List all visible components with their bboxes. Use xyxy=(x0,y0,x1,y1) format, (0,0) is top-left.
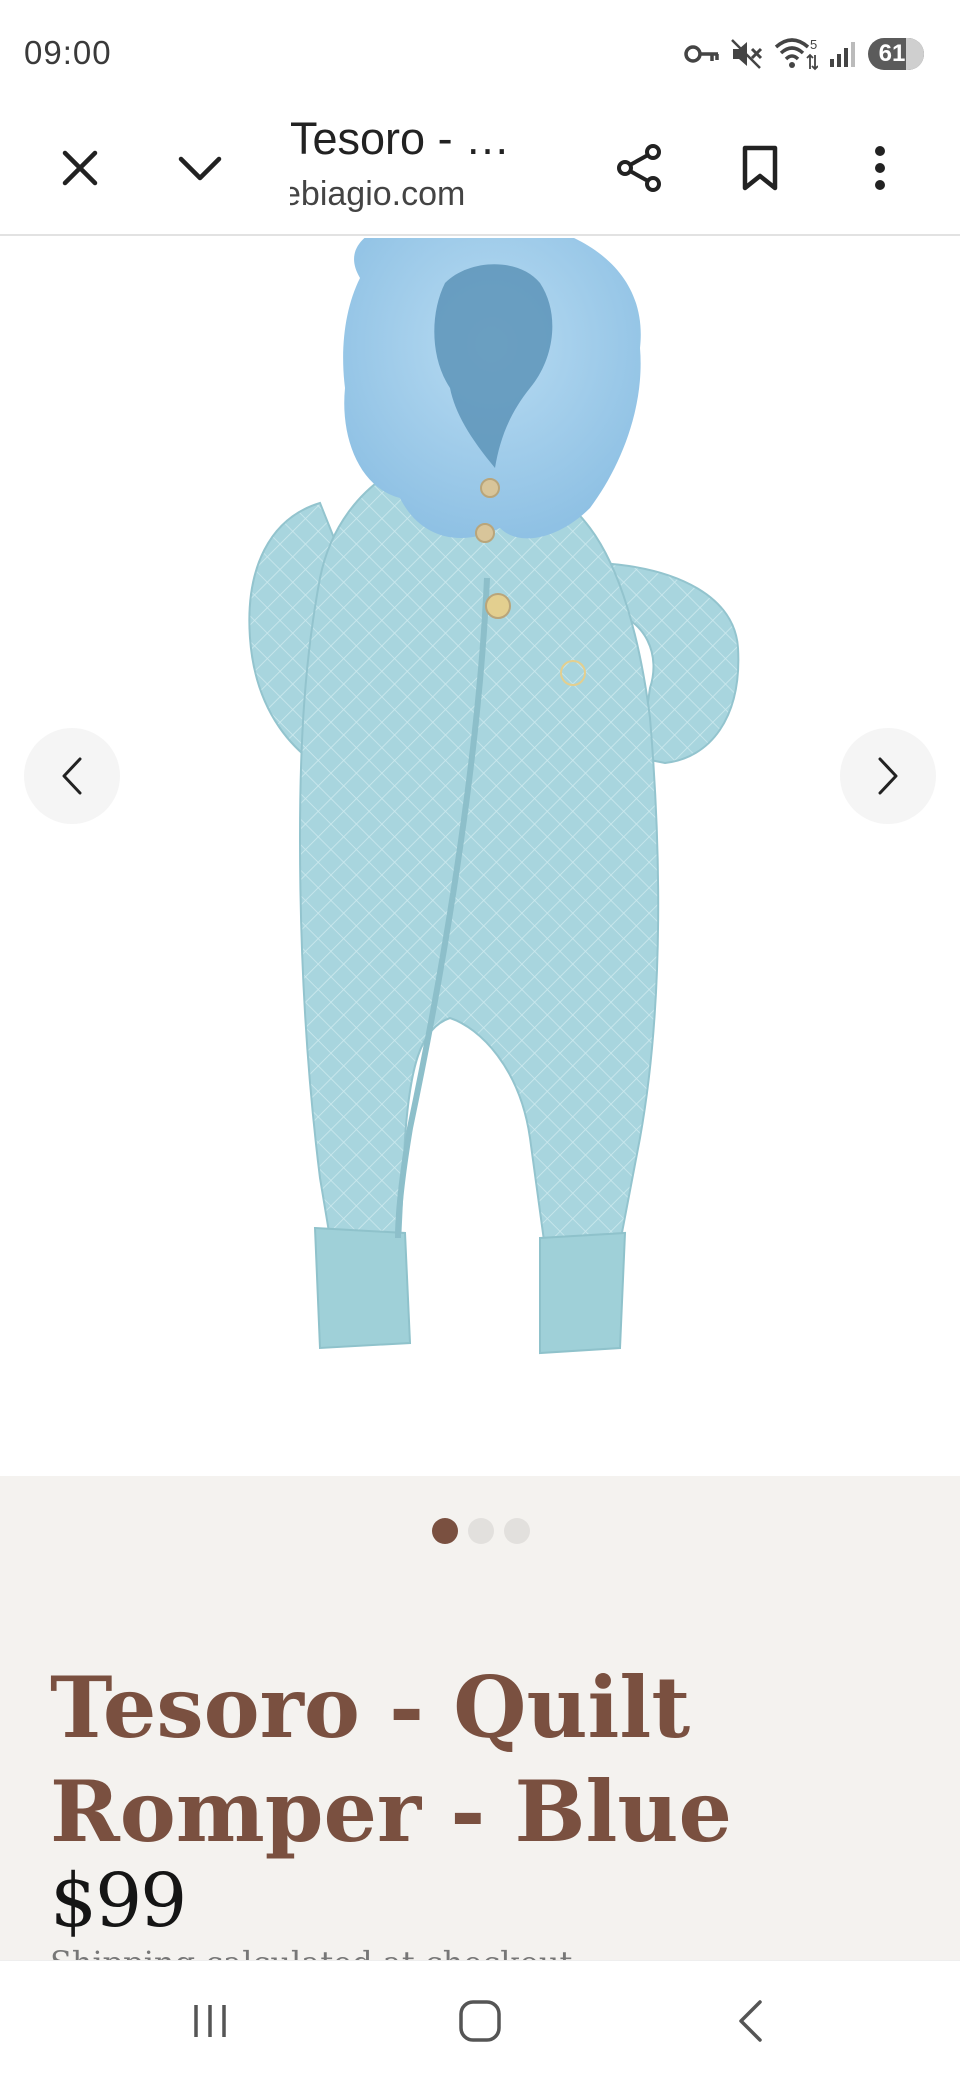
back-button[interactable] xyxy=(700,1981,800,2061)
recents-icon xyxy=(194,2005,226,2037)
more-vert-icon xyxy=(875,146,885,190)
back-icon xyxy=(739,2000,762,2042)
page-title: Tesoro - … xyxy=(290,113,511,164)
shipping-note: Shipping calculated at checkout. xyxy=(50,1944,583,1960)
more-options-button[interactable] xyxy=(840,128,920,208)
status-icons: 5 61 xyxy=(684,34,924,74)
wifi-badge: 5 xyxy=(810,37,817,52)
chevron-right-icon xyxy=(878,757,898,795)
expand-button[interactable] xyxy=(160,128,240,208)
product-price: $99 xyxy=(50,1858,187,1944)
home-button[interactable] xyxy=(430,1981,530,2061)
share-icon xyxy=(617,144,661,192)
gallery-dot-3[interactable] xyxy=(504,1518,530,1544)
product-info: Tesoro - Quilt Romper - Blue $99 Shippin… xyxy=(0,1476,960,1960)
mute-icon xyxy=(731,39,763,69)
gallery-prev-button[interactable] xyxy=(24,728,120,824)
signal-icon xyxy=(830,42,855,67)
bookmark-icon xyxy=(742,145,778,191)
system-nav-bar xyxy=(0,1960,960,2080)
close-icon xyxy=(62,150,98,186)
product-image xyxy=(248,238,740,1355)
chevron-left-icon xyxy=(62,757,82,795)
share-button[interactable] xyxy=(600,128,680,208)
battery-level: 61 xyxy=(878,40,906,67)
address-area[interactable]: Tesoro - … ebiagio.com xyxy=(290,108,530,218)
screen: 09:00 5 61 Tesoro - … ebiagio.com Tesoro… xyxy=(0,0,960,2080)
page-url: ebiagio.com xyxy=(290,175,466,213)
gallery-dot-1[interactable] xyxy=(432,1518,458,1544)
bookmark-button[interactable] xyxy=(720,128,800,208)
recents-button[interactable] xyxy=(160,1981,260,2061)
product-gallery[interactable] xyxy=(0,238,960,1476)
gallery-dot-2[interactable] xyxy=(468,1518,494,1544)
chevron-down-icon xyxy=(178,156,222,181)
product-title: Tesoro - Quilt Romper - Blue xyxy=(50,1658,732,1861)
status-bar: 09:00 5 61 xyxy=(0,0,960,100)
battery-icon: 61 xyxy=(868,38,924,70)
gallery-next-button[interactable] xyxy=(840,728,936,824)
vpn-key-icon xyxy=(684,45,719,63)
close-tab-button[interactable] xyxy=(40,128,120,208)
gallery-dots xyxy=(432,1518,530,1544)
clock: 09:00 xyxy=(24,34,112,71)
home-icon xyxy=(459,2000,501,2042)
browser-toolbar: Tesoro - … ebiagio.com xyxy=(0,100,960,236)
wifi-icon: 5 xyxy=(774,37,818,71)
